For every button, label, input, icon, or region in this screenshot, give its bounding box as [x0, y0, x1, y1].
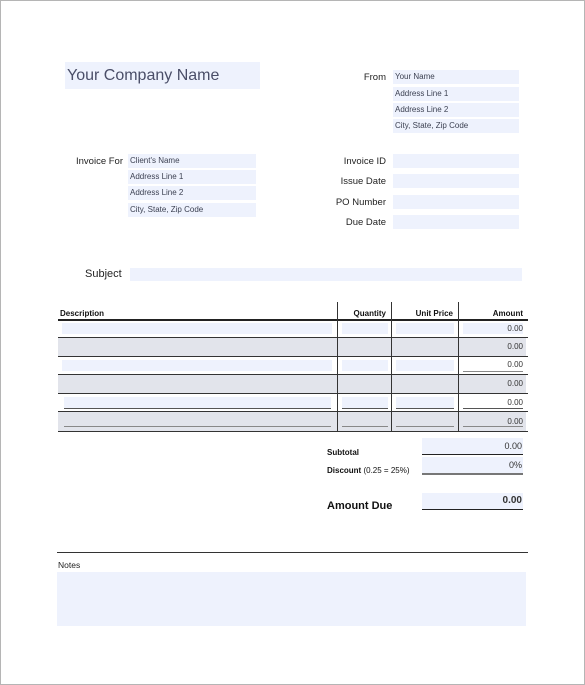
row-divider	[58, 431, 528, 432]
client-name-field[interactable]: Client's Name	[128, 154, 256, 168]
issue-date-label: Issue Date	[340, 176, 386, 187]
unit-price-underline	[396, 426, 454, 427]
table-row-bg	[58, 412, 526, 431]
amount-field[interactable]: 0.00	[463, 342, 523, 351]
subject-field[interactable]	[130, 268, 522, 281]
client-address2-field[interactable]: Address Line 2	[128, 186, 256, 200]
due-date-label: Due Date	[345, 217, 386, 228]
company-name: Your Company Name	[67, 67, 220, 84]
subtotal-label: Subtotal	[327, 448, 359, 457]
description-field[interactable]	[62, 360, 332, 371]
subtotal-underline	[422, 454, 523, 455]
from-address1-field[interactable]: Address Line 1	[393, 87, 519, 101]
invoice-id-label: Invoice ID	[343, 156, 386, 167]
invoice-for-label: Invoice For	[76, 156, 123, 167]
client-city-field[interactable]: City, State, Zip Code	[128, 203, 256, 217]
table-row-bg	[58, 338, 526, 356]
quantity-underline	[342, 408, 388, 409]
header-quantity: Quantity	[353, 309, 386, 318]
discount-hint: (0.25 = 25%)	[363, 466, 410, 475]
header-unit-price: Unit Price	[415, 309, 453, 318]
notes-field[interactable]	[57, 572, 526, 626]
amount-underline	[463, 408, 523, 409]
header-description: Description	[60, 309, 105, 318]
company-name-field[interactable]: Your Company Name	[65, 62, 260, 89]
discount-underline	[422, 473, 523, 475]
table-row-bg	[58, 375, 526, 394]
column-divider	[337, 302, 338, 431]
unit-price-field[interactable]	[396, 323, 454, 334]
from-city-field[interactable]: City, State, Zip Code	[393, 119, 519, 133]
issue-date-field[interactable]	[393, 174, 519, 188]
column-divider	[458, 302, 459, 431]
from-name-field[interactable]: Your Name	[393, 70, 519, 84]
from-label: From	[363, 72, 386, 83]
column-divider	[391, 302, 392, 431]
amount-underline	[463, 426, 523, 427]
subject-label: Subject	[85, 268, 122, 280]
amount-field[interactable]: 0.00	[463, 360, 523, 369]
amount-field[interactable]: 0.00	[463, 417, 523, 426]
discount-label: Discount (0.25 = 25%)	[327, 466, 410, 475]
amount-underline	[463, 371, 523, 372]
description-underline	[64, 408, 331, 409]
description-underline	[64, 426, 331, 427]
amount-field[interactable]: 0.00	[463, 379, 523, 388]
amount-field[interactable]: 0.00	[463, 398, 523, 407]
subtotal-value[interactable]: 0.00	[422, 441, 522, 451]
quantity-underline	[342, 426, 388, 427]
invoice-id-field[interactable]	[393, 154, 519, 168]
amount-due-label: Amount Due	[327, 500, 393, 512]
discount-value[interactable]: 0%	[422, 460, 522, 470]
quantity-field[interactable]	[342, 323, 388, 334]
po-number-field[interactable]	[393, 195, 519, 209]
due-date-field[interactable]	[393, 215, 519, 229]
amount-due-value[interactable]: 0.00	[422, 495, 522, 506]
amount-due-underline	[422, 509, 523, 510]
discount-label-text: Discount	[327, 466, 362, 475]
unit-price-field[interactable]	[396, 360, 454, 371]
unit-price-underline	[396, 408, 454, 409]
description-field[interactable]	[62, 323, 332, 334]
invoice-page: Your Company Name From Your Name Address…	[0, 0, 585, 685]
notes-label: Notes	[58, 560, 81, 570]
client-address1-field[interactable]: Address Line 1	[128, 170, 256, 184]
po-number-label: PO Number	[335, 197, 386, 208]
header-amount: Amount	[492, 309, 523, 318]
notes-divider	[57, 552, 528, 553]
amount-field[interactable]: 0.00	[463, 324, 523, 333]
quantity-field[interactable]	[342, 360, 388, 371]
from-address2-field[interactable]: Address Line 2	[393, 103, 519, 117]
